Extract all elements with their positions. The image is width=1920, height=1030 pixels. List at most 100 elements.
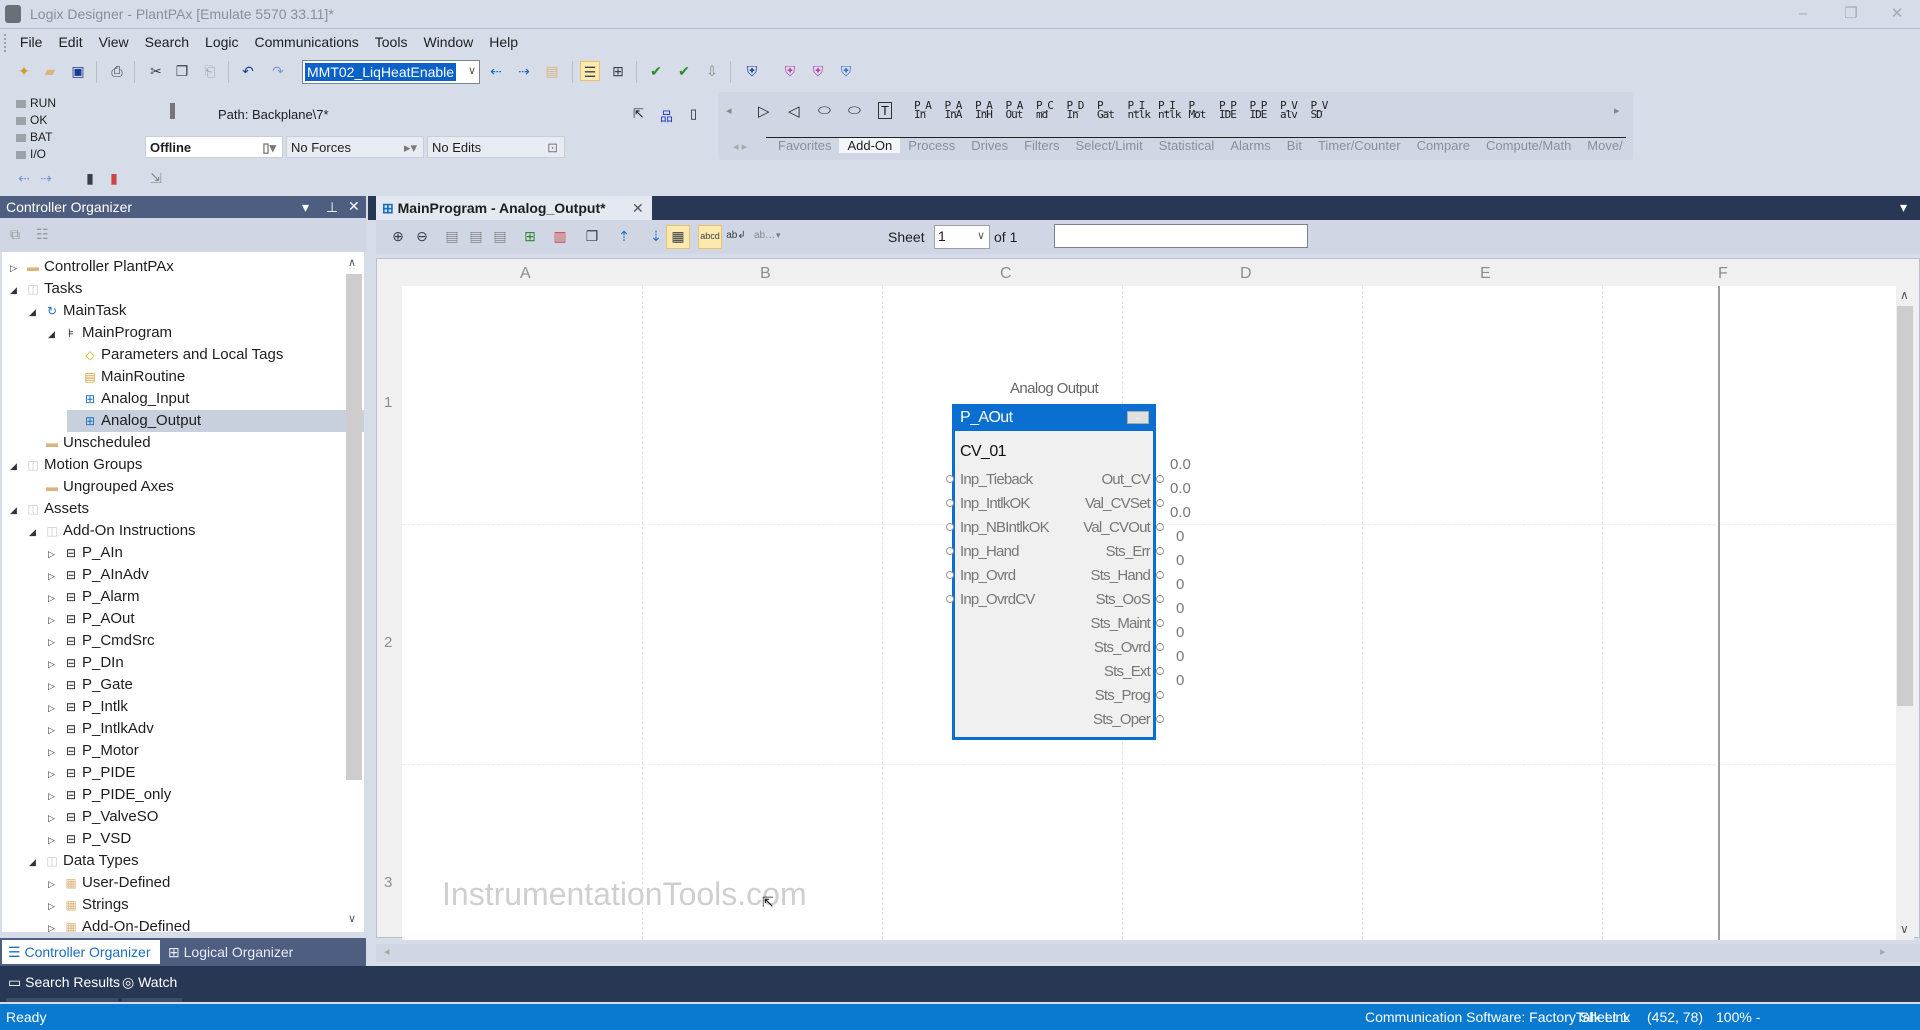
editor-horizontal-scrollbar[interactable]: ◂ ▸ — [376, 944, 1920, 962]
output-pin[interactable]: Out_CV — [1101, 471, 1150, 488]
expand-toggle-icon[interactable]: ◢ — [10, 279, 24, 301]
expand-toggle-icon[interactable]: ▷ — [48, 587, 62, 609]
output-connector-icon[interactable] — [1156, 523, 1164, 531]
tree-item[interactable]: ▷ ▦ User-Defined — [48, 872, 170, 894]
palette-tab[interactable]: Bit — [1279, 138, 1310, 153]
palette-tab[interactable]: Timer/Counter — [1310, 138, 1409, 153]
output-connector-icon[interactable] — [1156, 499, 1164, 507]
input-connector-icon[interactable] — [946, 475, 954, 483]
text-format-icon[interactable]: ab… — [754, 226, 775, 246]
search-forward-icon[interactable]: ⇢ — [514, 61, 534, 81]
search-results-tab[interactable]: ▭ Search Results — [8, 974, 120, 991]
tree-item[interactable]: ▷ ⊟ P_IntlkAdv — [48, 718, 154, 740]
browse-icon[interactable]: ▤ — [542, 61, 562, 81]
restore-button[interactable]: ❐ — [1828, 2, 1874, 26]
palette-instruction[interactable]: P_ Gat — [1097, 100, 1115, 120]
output-connector-icon[interactable] — [1156, 715, 1164, 723]
expand-toggle-icon[interactable]: ▷ — [48, 675, 62, 697]
palette-tab[interactable]: Add-On — [839, 138, 901, 153]
menu-communications[interactable]: Communications — [247, 31, 367, 53]
expand-toggle-icon[interactable]: ▷ — [48, 565, 62, 587]
close-tab-icon[interactable]: ✕ — [632, 200, 644, 217]
output-pin[interactable]: Sts_Hand — [1091, 567, 1151, 584]
tree-item[interactable]: ▷ ⊟ P_Alarm — [48, 586, 140, 608]
tree-item[interactable]: ◢ ◫ Add-On Instructions — [29, 520, 196, 542]
expand-toggle-icon[interactable]: ◢ — [29, 851, 43, 873]
menu-search[interactable]: Search — [137, 31, 197, 53]
tree-item[interactable]: ▷ ⊟ P_AOut — [48, 608, 135, 630]
tree-item[interactable]: ◢ ↻ MainTask — [29, 300, 126, 322]
close-pane-icon[interactable]: ✕ — [348, 198, 360, 215]
forces-dropdown[interactable]: No Forces ▸▾ — [286, 136, 424, 158]
palette-tab[interactable]: Compute/Math — [1478, 138, 1579, 153]
output-pin[interactable]: Sts_Oper — [1093, 711, 1151, 728]
expand-toggle-icon[interactable]: ▷ — [48, 697, 62, 719]
tree-item[interactable]: ◢ ◫ Motion Groups — [10, 454, 142, 476]
tag-search-combo[interactable]: MMT02_LiqHeatEnable ∨ — [302, 60, 480, 84]
palette-instruction[interactable]: P_A InA — [945, 100, 963, 120]
verify-controller-icon[interactable]: ✔ — [674, 61, 694, 81]
collapse-all-icon[interactable]: ⧉ — [10, 226, 20, 243]
output-connector-icon[interactable] — [1156, 667, 1164, 675]
tree-item[interactable]: ◢ ◫ Tasks — [10, 278, 82, 300]
tree-item[interactable]: ▷ ▦ Add-On-Defined — [48, 916, 190, 932]
palette-instruction[interactable]: P_P IDE — [1219, 100, 1237, 120]
expand-toggle-icon[interactable]: ▷ — [48, 829, 62, 851]
input-connector-icon[interactable] — [946, 499, 954, 507]
editor-vertical-scrollbar[interactable]: ∧ ∨ — [1896, 286, 1914, 940]
delete-bookmark-icon[interactable]: ▮ — [104, 168, 124, 188]
bookmark-icon[interactable]: ▮ — [80, 168, 100, 188]
tree-item[interactable]: ▷ ⊟ P_CmdSrc — [48, 630, 155, 652]
palette-tab[interactable]: Compare — [1409, 138, 1478, 153]
otl-icon[interactable]: ⬭ — [848, 102, 861, 119]
editor-scroll-thumb[interactable] — [1897, 306, 1913, 706]
watch-tab[interactable]: ◎ Watch — [122, 974, 177, 991]
output-connector-icon[interactable] — [1156, 475, 1164, 483]
wrap-text-icon[interactable]: ab↲ — [726, 226, 746, 246]
tree-item[interactable]: ▬ Unscheduled — [29, 432, 151, 454]
palette-tab[interactable]: Move/ — [1579, 138, 1630, 153]
expand-toggle-icon[interactable]: ▷ — [48, 741, 62, 763]
expand-toggle-icon[interactable]: ◢ — [10, 455, 24, 477]
output-pin[interactable]: Sts_Maint — [1091, 615, 1151, 632]
palette-tab[interactable]: Drives — [963, 138, 1016, 153]
palette-tab[interactable]: Favorites — [770, 138, 839, 153]
tree-item[interactable]: ◢ ◫ Data Types — [29, 850, 139, 872]
minimize-button[interactable]: – — [1780, 2, 1826, 26]
output-pin[interactable]: Sts_Ext — [1104, 663, 1151, 680]
tab-controller-organizer[interactable]: ☰ Controller Organizer — [2, 940, 160, 964]
close-button[interactable]: ✕ — [1874, 2, 1920, 26]
show-details-icon[interactable]: ☷ — [36, 226, 49, 243]
palette-instruction[interactable]: P_P IDE — [1250, 100, 1268, 120]
expand-toggle-icon[interactable]: ◢ — [29, 301, 43, 323]
palette-tab[interactable]: Alarms — [1222, 138, 1278, 153]
output-connector-icon[interactable] — [1156, 691, 1164, 699]
palette-left-arrow-icon[interactable]: ◂ — [726, 104, 732, 117]
controller-mode-dropdown[interactable]: Offline ▯▾ — [145, 136, 283, 158]
input-connector-icon[interactable] — [946, 547, 954, 555]
copy-icon[interactable]: ❐ — [172, 61, 192, 81]
download-icon[interactable]: ⇩ — [702, 61, 722, 81]
pane-menu-icon[interactable]: ▾ — [302, 199, 309, 216]
output-pin[interactable]: Sts_Prog — [1095, 687, 1151, 704]
input-pin[interactable]: Inp_Tieback — [960, 471, 1033, 488]
goto-icon[interactable]: ⇲ — [146, 168, 166, 188]
print-icon[interactable]: ⎙ — [107, 61, 127, 81]
tree-item[interactable]: ▷ ⊟ P_DIn — [48, 652, 124, 674]
controller-organizer-icon[interactable]: ☰ — [580, 61, 600, 81]
grid-toggle-icon[interactable]: ▦ — [666, 225, 690, 249]
palette-instruction[interactable]: P_V SD — [1311, 100, 1329, 120]
menu-view[interactable]: View — [91, 31, 137, 53]
save-icon[interactable]: ▣ — [68, 61, 88, 81]
next-bookmark-icon[interactable]: ⇢ — [36, 168, 56, 188]
cut-icon[interactable]: ✂ — [146, 61, 166, 81]
security-icon[interactable]: ⛨ — [742, 61, 762, 81]
input-pin[interactable]: Inp_IntlkOK — [960, 495, 1030, 512]
zoom-out-icon[interactable]: ⊖ — [412, 226, 432, 246]
menu-tools[interactable]: Tools — [367, 31, 416, 53]
who-active-icon[interactable]: ⇱ — [633, 106, 644, 122]
expand-toggle-icon[interactable]: ◢ — [29, 521, 43, 543]
tree-item[interactable]: ▷ ⊟ P_VSD — [48, 828, 131, 850]
prev-bookmark-icon[interactable]: ⇠ — [14, 168, 34, 188]
search-back-icon[interactable]: ⇠ — [486, 61, 506, 81]
